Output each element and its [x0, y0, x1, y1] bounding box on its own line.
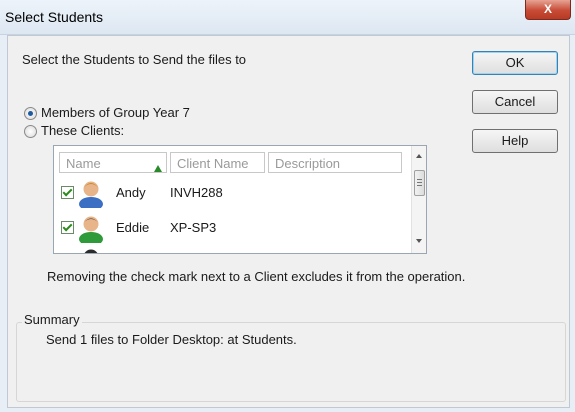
column-header-client-name[interactable]: Client Name [170, 152, 265, 173]
column-header-name-label: Name [66, 156, 101, 171]
list-scrollbar[interactable] [411, 146, 426, 253]
table-row[interactable]: Andy INVH288 [54, 176, 409, 210]
column-header-name[interactable]: Name [59, 152, 167, 173]
dialog-body: Select the Students to Send the files to… [7, 35, 570, 408]
scroll-thumb[interactable] [414, 170, 425, 196]
radio-members-of-group[interactable] [24, 107, 37, 120]
instructions-text: Select the Students to Send the files to [22, 52, 247, 67]
title-bar: Select Students X [0, 0, 575, 35]
row-checkbox[interactable] [61, 186, 74, 199]
grip-icon [417, 179, 422, 186]
row-checkbox[interactable] [61, 221, 74, 234]
radio-members-of-group-label[interactable]: Members of Group Year 7 [41, 105, 190, 120]
user-avatar-icon [84, 249, 98, 253]
help-button[interactable]: Help [472, 129, 558, 153]
user-avatar-icon [79, 181, 103, 208]
scroll-up-icon[interactable] [416, 154, 422, 158]
row-name: Andy [116, 185, 146, 200]
row-client-name: XP-SP3 [170, 220, 217, 235]
exclusion-note: Removing the check mark next to a Client… [47, 269, 466, 284]
radio-these-clients-label[interactable]: These Clients: [41, 123, 124, 138]
row-name: Eddie [116, 220, 150, 235]
cancel-button[interactable]: Cancel [472, 90, 558, 114]
column-header-description[interactable]: Description [268, 152, 402, 173]
close-button[interactable]: X [525, 0, 571, 20]
user-avatar-icon [79, 216, 103, 243]
clients-list[interactable]: Name Client Name Description Andy INVH28… [53, 145, 427, 254]
sort-ascending-icon [154, 165, 162, 172]
row-client-name: INVH288 [170, 185, 223, 200]
ok-button[interactable]: OK [472, 51, 558, 75]
summary-label: Summary [22, 312, 82, 327]
select-students-window: Select Students X Select the Students to… [0, 0, 575, 412]
scroll-down-icon[interactable] [416, 239, 422, 243]
radio-these-clients[interactable] [24, 125, 37, 138]
table-row[interactable]: Eddie XP-SP3 [54, 211, 409, 245]
window-title: Select Students [5, 9, 104, 25]
summary-text: Send 1 files to Folder Desktop: at Stude… [46, 332, 297, 347]
